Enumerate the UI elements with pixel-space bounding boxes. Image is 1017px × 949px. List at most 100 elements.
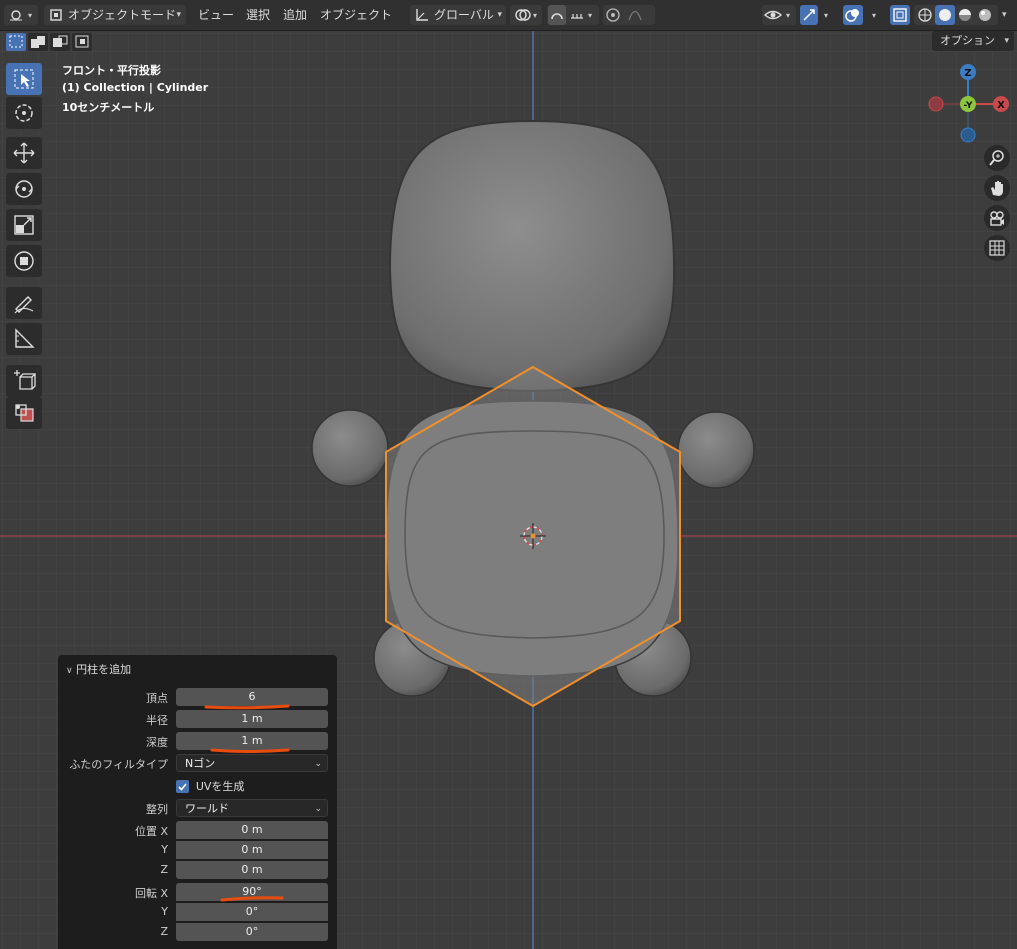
depth-label: 深度 bbox=[146, 736, 168, 749]
generate-uvs-checkbox[interactable]: UVを生成 bbox=[176, 778, 244, 794]
measure-tool[interactable] bbox=[6, 323, 42, 355]
camera-icon bbox=[990, 211, 1004, 226]
chevron-down-icon: ▾ bbox=[1002, 10, 1007, 20]
gizmo-toggle[interactable]: ▾ bbox=[800, 5, 836, 25]
select-box-tool[interactable] bbox=[6, 63, 42, 95]
location-y-field[interactable]: 0 m bbox=[176, 841, 328, 859]
mode-label: オブジェクトモード bbox=[68, 8, 177, 22]
select-mode-icons bbox=[6, 33, 92, 51]
select-box-icon bbox=[14, 69, 34, 89]
zoom-button[interactable] bbox=[984, 145, 1010, 171]
neg-x-axis-handle[interactable] bbox=[928, 96, 944, 112]
z-axis-label: Z bbox=[964, 68, 971, 79]
camera-view-button[interactable] bbox=[984, 205, 1010, 231]
scale-tool[interactable] bbox=[6, 209, 42, 241]
move-tool[interactable] bbox=[6, 137, 42, 169]
navigation-gizmo[interactable]: Z X -Y bbox=[924, 64, 1014, 154]
svg-text:▾: ▾ bbox=[28, 11, 32, 20]
location-x-label: 位置 X bbox=[134, 825, 168, 838]
menu-object[interactable]: オブジェクト bbox=[320, 5, 392, 25]
shading-group[interactable] bbox=[914, 5, 998, 25]
menu-add[interactable]: 追加 bbox=[283, 5, 307, 25]
xray-toggle[interactable] bbox=[890, 5, 910, 25]
orientation-label: グローバル bbox=[434, 8, 494, 22]
radius-field[interactable]: 1 m bbox=[176, 710, 328, 728]
measure-icon bbox=[15, 328, 35, 348]
pan-button[interactable] bbox=[984, 175, 1010, 201]
snap-icon: ▾ bbox=[548, 5, 592, 25]
neg-z-axis-handle[interactable] bbox=[960, 127, 976, 143]
panel-header[interactable]: ∨ 円柱を追加 bbox=[66, 661, 131, 677]
rotation-z-field[interactable]: 0° bbox=[176, 923, 328, 941]
eye-icon: ▾ bbox=[763, 10, 790, 20]
chevron-down-icon: ⌄ bbox=[314, 804, 322, 814]
chevron-down-icon: ⌄ bbox=[314, 759, 322, 769]
snap-group[interactable]: ▾ bbox=[547, 5, 599, 25]
annotate-tool[interactable] bbox=[6, 287, 42, 319]
active-object-info: (1) Collection | Cylinder bbox=[62, 81, 209, 94]
depth-underline bbox=[210, 748, 290, 753]
grid-icon bbox=[989, 240, 1005, 256]
transform-orientation-dropdown[interactable]: グローバル ▾ bbox=[410, 5, 506, 25]
chevron-down-icon: ▾ bbox=[176, 10, 181, 20]
viewport-header: ▾ オブジェクトモード ▾ ビュー 選択 追加 オブジェクト グローバル ▾ ▾… bbox=[0, 0, 1017, 31]
transform-tool[interactable] bbox=[6, 245, 42, 277]
location-z-field[interactable]: 0 m bbox=[176, 861, 328, 879]
align-select[interactable]: ワールド ⌄ bbox=[176, 799, 328, 817]
shading-options-dropdown[interactable]: ▾ bbox=[1002, 5, 1016, 25]
zoom-icon bbox=[989, 150, 1004, 166]
depth-field[interactable]: 1 m bbox=[176, 732, 328, 750]
gizmo-icon: ▾ bbox=[800, 5, 828, 25]
projection-toggle-button[interactable] bbox=[984, 235, 1010, 261]
mode-dropdown[interactable]: オブジェクトモード ▾ bbox=[44, 5, 186, 25]
options-dropdown[interactable]: オプション ▾ bbox=[932, 31, 1014, 51]
radius-label: 半径 bbox=[146, 714, 168, 727]
add-cube-icon bbox=[14, 370, 36, 390]
svg-text:▾: ▾ bbox=[824, 11, 828, 20]
location-x-field[interactable]: 0 m bbox=[176, 821, 328, 839]
checkbox-check-icon bbox=[176, 779, 189, 793]
rotate-tool[interactable] bbox=[6, 173, 42, 205]
cap-fill-select[interactable]: Nゴン ⌄ bbox=[176, 754, 328, 772]
visibility-dropdown[interactable]: ▾ bbox=[762, 5, 796, 25]
transform-affect-tool[interactable] bbox=[6, 397, 42, 429]
rotation-x-field[interactable]: 90° bbox=[176, 883, 328, 901]
add-cube-tool[interactable] bbox=[6, 365, 42, 397]
cursor-tool[interactable] bbox=[6, 97, 42, 129]
xray-icon bbox=[893, 8, 907, 22]
overlays-toggle[interactable]: ▾ bbox=[843, 5, 883, 25]
object-mode-icon bbox=[50, 9, 62, 21]
chevron-down-icon: ▾ bbox=[1004, 36, 1009, 46]
rotation-y-label: Y bbox=[161, 905, 168, 918]
view-name: フロント・平行投影 bbox=[62, 64, 161, 77]
shading-icons bbox=[918, 5, 991, 25]
chevron-down-icon: ∨ bbox=[66, 666, 73, 676]
pivot-point-dropdown[interactable]: ▾ bbox=[510, 5, 542, 25]
origin-icon bbox=[15, 404, 34, 422]
rotation-z-label: Z bbox=[160, 925, 168, 938]
rotate-icon bbox=[15, 180, 33, 198]
move-icon bbox=[13, 142, 35, 164]
vertices-underline bbox=[204, 704, 290, 710]
overlays-icon: ▾ bbox=[843, 5, 876, 25]
options-label: オプション bbox=[940, 34, 995, 47]
vertices-field[interactable]: 6 bbox=[176, 688, 328, 706]
cap-fill-label: ふたのフィルタイプ bbox=[69, 758, 168, 771]
chevron-down-icon: ▾ bbox=[497, 10, 502, 20]
annotate-icon bbox=[14, 296, 34, 314]
rotation-y-field[interactable]: 0° bbox=[176, 903, 328, 921]
svg-text:▾: ▾ bbox=[588, 11, 592, 20]
generate-uvs-label: UVを生成 bbox=[195, 780, 245, 793]
editor-type-button[interactable]: ▾ bbox=[4, 5, 38, 25]
x-axis-label: X bbox=[997, 100, 1005, 111]
orientation-icon bbox=[416, 9, 428, 21]
location-z-label: Z bbox=[160, 863, 168, 876]
pivot-icon: ▾ bbox=[515, 9, 537, 21]
select-mode-group[interactable] bbox=[6, 33, 100, 51]
menu-view[interactable]: ビュー bbox=[198, 5, 234, 25]
proportional-edit-group[interactable] bbox=[603, 5, 655, 25]
panel-title: 円柱を追加 bbox=[76, 663, 132, 676]
hand-icon bbox=[991, 181, 1003, 196]
menu-select[interactable]: 選択 bbox=[246, 5, 270, 25]
align-value: ワールド bbox=[185, 802, 229, 815]
